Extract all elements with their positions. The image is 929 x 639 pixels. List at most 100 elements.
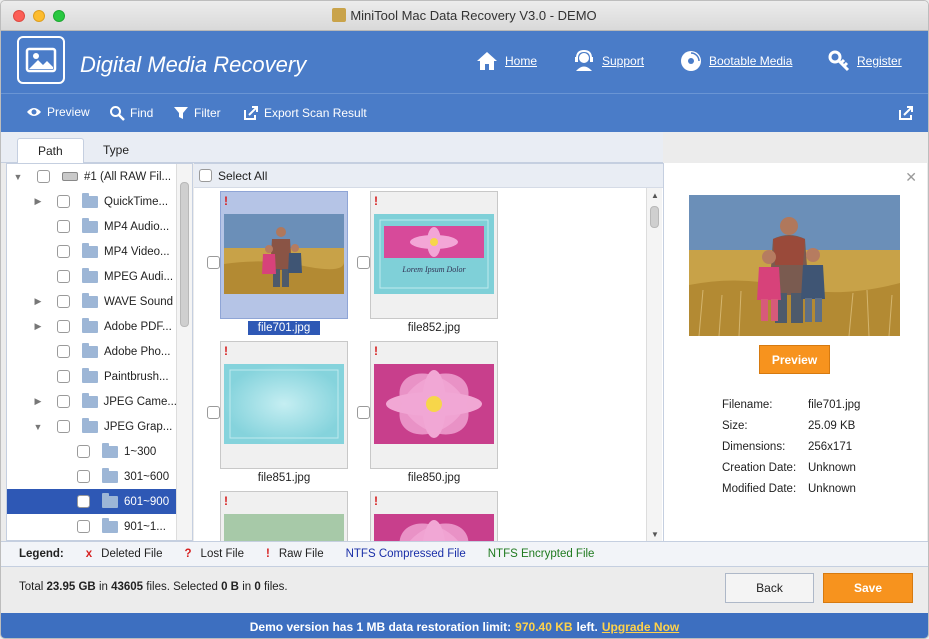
folder-icon <box>82 267 98 283</box>
tree-item[interactable]: 1~300 <box>7 439 177 464</box>
tree-item[interactable]: ▶ JPEG Came... <box>7 389 177 414</box>
tree-item-label: JPEG Grap... <box>104 420 173 433</box>
selected-files: 0 <box>254 581 261 593</box>
folder-icon <box>82 317 98 333</box>
tree-item-checkbox[interactable] <box>57 320 70 333</box>
raw-file-marker-icon: ! <box>374 494 378 508</box>
tree-item[interactable]: 601~900 <box>7 489 177 514</box>
upgrade-now-link[interactable]: Upgrade Now <box>602 620 679 634</box>
filter-tool-button[interactable]: Filter <box>173 105 221 121</box>
tree-scroll-thumb[interactable] <box>180 182 189 327</box>
tree-item-checkbox[interactable] <box>77 520 90 533</box>
tree-item-checkbox[interactable] <box>37 170 50 183</box>
demo-left-suffix: left. <box>576 619 598 634</box>
file-name-label[interactable]: file852.jpg <box>370 322 498 334</box>
tree-item[interactable]: ▶ Adobe PDF... <box>7 314 177 339</box>
preview-image <box>689 195 900 336</box>
find-tool-button[interactable]: Find <box>109 105 153 121</box>
file-checkbox[interactable] <box>357 406 370 419</box>
legend-mark-icon: x <box>85 548 93 560</box>
status-bar: Total 23.95 GB in 43605 files. Selected … <box>1 567 928 613</box>
tree-item-checkbox[interactable] <box>77 445 90 458</box>
expanded-arrow-icon[interactable]: ▼ <box>11 170 25 184</box>
tree-item[interactable]: 901~1... <box>7 514 177 539</box>
scroll-down-icon[interactable]: ▼ <box>651 530 659 539</box>
file-name-label[interactable]: file701.jpg <box>220 321 348 335</box>
preview-button[interactable]: Preview <box>759 345 830 374</box>
tree-item[interactable]: MP4 Audio... <box>7 214 177 239</box>
legend-item: NTFS Compressed File <box>346 548 466 560</box>
support-link[interactable]: Support <box>572 49 644 73</box>
register-link[interactable]: Register <box>827 49 902 73</box>
home-link[interactable]: Home <box>475 49 537 73</box>
tree-item[interactable]: MPEG Audi... <box>7 264 177 289</box>
tree-item-checkbox[interactable] <box>57 270 70 283</box>
legend-item: ? Lost File <box>185 548 245 560</box>
tree-item[interactable]: ▶ WAVE Sound <box>7 289 177 314</box>
file-name-label[interactable]: file851.jpg <box>220 472 348 484</box>
tree-item[interactable]: ▼ #1 (All RAW Fil... <box>7 164 177 189</box>
folder-icon <box>82 242 98 258</box>
tree-item-label: 1~300 <box>124 445 157 458</box>
tree-item[interactable]: Adobe Pho... <box>7 339 177 364</box>
preview-tool-button[interactable]: Preview <box>26 105 90 119</box>
tree-item[interactable]: Paintbrush... <box>7 364 177 389</box>
legend-text: NTFS Encrypted File <box>487 548 595 560</box>
expanded-arrow-icon[interactable]: ▼ <box>31 420 45 434</box>
file-thumbnail-card[interactable]: ! Lorem Ipsum Dolor <box>370 191 498 319</box>
scroll-up-icon[interactable]: ▲ <box>651 191 659 200</box>
file-checkbox[interactable] <box>207 406 220 419</box>
bootable-media-link[interactable]: Bootable Media <box>679 49 792 73</box>
select-all-checkbox[interactable] <box>199 169 212 182</box>
tree-item-checkbox[interactable] <box>57 245 70 258</box>
file-info-row: Dimensions: 256x171 <box>722 441 852 453</box>
file-thumbnail-card[interactable]: ! <box>220 491 348 541</box>
tree-item-checkbox[interactable] <box>57 195 70 208</box>
tab-path[interactable]: Path <box>17 138 84 164</box>
demo-left-amount: 970.40 KB <box>515 619 573 634</box>
tree-item-checkbox[interactable] <box>56 395 70 408</box>
legend-label: Legend: <box>19 548 64 560</box>
collapsed-arrow-icon[interactable]: ▶ <box>31 320 45 334</box>
tree-item[interactable]: MP4 Video... <box>7 239 177 264</box>
share-button[interactable] <box>898 105 914 124</box>
file-checkbox[interactable] <box>207 256 220 269</box>
raw-file-marker-icon: ! <box>374 344 378 358</box>
file-thumbnail-card[interactable]: ! <box>370 491 498 541</box>
file-thumbnail-card[interactable]: ! <box>220 191 348 319</box>
tree-item-checkbox[interactable] <box>57 295 70 308</box>
tree-item[interactable]: ▶ QuickTime... <box>7 189 177 214</box>
export-scan-result-button[interactable]: Export Scan Result <box>243 105 367 121</box>
tab-type[interactable]: Type <box>83 138 149 164</box>
tree-item-checkbox[interactable] <box>57 370 70 383</box>
tree-item-label: Paintbrush... <box>104 370 169 383</box>
tree-item-label: MP4 Audio... <box>104 220 170 233</box>
file-thumbnail-card[interactable]: ! <box>370 341 498 469</box>
collapsed-arrow-icon[interactable]: ▶ <box>31 295 45 309</box>
view-tabs: Path Type <box>1 132 663 164</box>
tree-item[interactable]: 301~600 <box>7 464 177 489</box>
tree-item-checkbox[interactable] <box>77 470 90 483</box>
file-checkbox[interactable] <box>357 256 370 269</box>
back-button[interactable]: Back <box>725 573 814 603</box>
collapsed-arrow-icon[interactable]: ▶ <box>31 195 45 209</box>
tree-item-checkbox[interactable] <box>57 420 70 433</box>
tree-item-checkbox[interactable] <box>57 220 70 233</box>
grid-scroll-thumb[interactable] <box>650 206 659 228</box>
save-button[interactable]: Save <box>823 573 913 603</box>
tree-item[interactable]: ▼ JPEG Grap... <box>7 414 177 439</box>
file-name-label[interactable]: file850.jpg <box>370 472 498 484</box>
grid-scrollbar[interactable]: ▲ ▼ <box>646 188 662 541</box>
drive-icon <box>62 172 78 181</box>
collapsed-arrow-icon[interactable]: ▶ <box>31 395 45 409</box>
tree-item-checkbox[interactable] <box>57 345 70 358</box>
file-thumbnail-card[interactable]: ! <box>220 341 348 469</box>
tree-scrollbar[interactable] <box>176 164 192 540</box>
tree-item-checkbox[interactable] <box>77 495 90 508</box>
svg-text:Lorem Ipsum Dolor: Lorem Ipsum Dolor <box>401 265 466 274</box>
home-link-label: Home <box>505 54 538 68</box>
close-preview-icon[interactable]: ✕ <box>905 169 917 186</box>
